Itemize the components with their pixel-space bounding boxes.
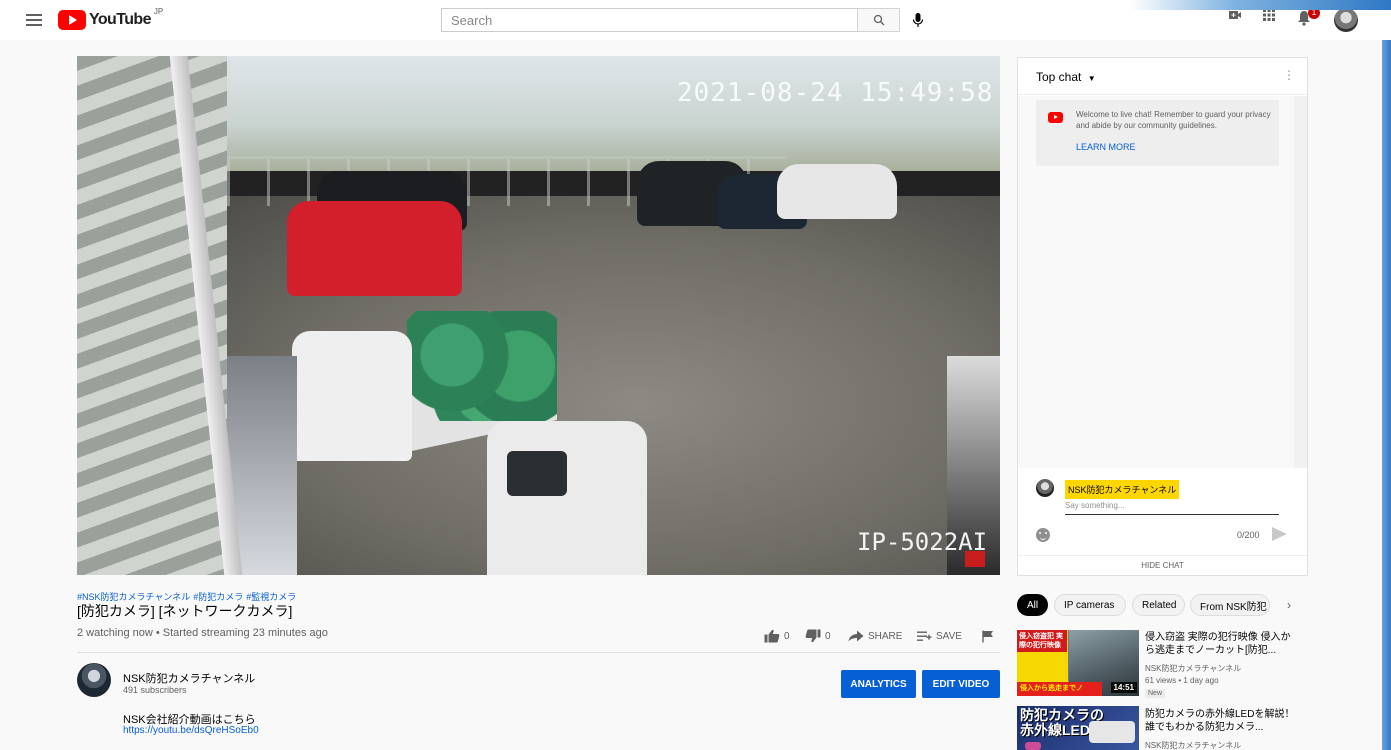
- save-button[interactable]: SAVE: [917, 627, 962, 645]
- like-count: 0: [784, 630, 790, 642]
- account-avatar[interactable]: [1334, 8, 1358, 32]
- video-scene-red-car: [287, 201, 462, 296]
- thumbs-down-icon: [805, 629, 821, 643]
- hamburger-menu-icon[interactable]: [26, 11, 42, 29]
- caret-down-icon: ▼: [1087, 74, 1096, 83]
- welcome-text: Welcome to live chat! Remember to guard …: [1076, 110, 1271, 130]
- live-chat-panel: Top chat ▼ ⋮ Welcome to live chat! Remem…: [1017, 57, 1308, 576]
- composer-author-name: NSK防犯カメラチャンネル: [1065, 480, 1180, 499]
- video-duration: 14:51: [1110, 682, 1137, 693]
- video-scene-truck-window: [507, 451, 567, 496]
- search-button[interactable]: [857, 8, 900, 32]
- youtube-logo[interactable]: YouTube JP: [58, 6, 164, 31]
- desktop-background-edge-top: [1130, 0, 1391, 10]
- recommendation-thumbnail[interactable]: 侵入窃盗犯 実際の犯行映像 侵入から逃走までノ 14:51: [1017, 630, 1139, 696]
- chevron-right-icon[interactable]: ›: [1287, 598, 1291, 612]
- chat-messages: Welcome to live chat! Remember to guard …: [1018, 96, 1294, 468]
- divider: [77, 652, 1000, 653]
- chat-header: Top chat ▼ ⋮: [1018, 58, 1307, 95]
- recommendation-channel[interactable]: NSK防犯カメラチャンネル: [1145, 663, 1241, 674]
- add-to-playlist-icon: [917, 631, 932, 641]
- recommendation-title[interactable]: 侵入窃盗 実際の犯行映像 侵入から逃走までノーカット[防犯...: [1145, 631, 1295, 657]
- recommendation-thumbnail[interactable]: 防犯カメラの 赤外線LED: [1017, 706, 1139, 750]
- video-timestamp-overlay: 2021-08-24 15:49:58: [677, 78, 994, 108]
- chat-input[interactable]: Say something...: [1065, 501, 1279, 515]
- logo-text: YouTube: [89, 11, 151, 28]
- chip-all[interactable]: All: [1017, 594, 1048, 616]
- emoji-icon[interactable]: [1036, 528, 1050, 542]
- apps-grid-icon[interactable]: [1262, 8, 1276, 27]
- learn-more-link[interactable]: LEARN MORE: [1076, 142, 1136, 152]
- thumbnail-camera-image: [1089, 721, 1135, 743]
- save-label: SAVE: [936, 630, 962, 642]
- microphone-icon[interactable]: [910, 9, 926, 31]
- analytics-button[interactable]: ANALYTICS: [841, 670, 916, 698]
- video-scene-truck: [487, 421, 647, 575]
- edit-video-button[interactable]: EDIT VIDEO: [922, 670, 1000, 698]
- chat-scrollbar[interactable]: [1294, 96, 1307, 468]
- recommendation-title[interactable]: 防犯カメラの赤外線LEDを解説！誰でもわかる防犯カメラ...: [1145, 708, 1295, 734]
- recommendation-channel[interactable]: NSK防犯カメラチャンネル: [1145, 740, 1241, 750]
- share-arrow-icon: [848, 630, 864, 642]
- desktop-background-edge: [1382, 40, 1391, 750]
- youtube-play-icon: [1048, 112, 1063, 123]
- subscriber-count: 491 subscribers: [123, 685, 187, 695]
- video-watermark-logo: [965, 551, 985, 567]
- character-counter: 0/200: [1237, 530, 1260, 540]
- channel-avatar[interactable]: [77, 663, 111, 697]
- chat-mode-label: Top chat: [1036, 70, 1082, 84]
- hide-chat-button[interactable]: HIDE CHAT: [1018, 555, 1307, 576]
- like-button[interactable]: 0: [764, 627, 790, 645]
- search-input[interactable]: Search: [441, 8, 857, 32]
- video-meta: 2 watching now • Started streaming 23 mi…: [77, 627, 328, 639]
- thumbs-up-icon: [764, 629, 780, 643]
- thumbnail-caption: 侵入窃盗犯 実際の犯行映像: [1017, 630, 1067, 652]
- video-title: [防犯カメラ] [ネットワークカメラ]: [77, 603, 293, 619]
- search-icon: [873, 14, 884, 26]
- logo-region: JP: [153, 6, 164, 16]
- more-options-icon[interactable]: ⋮: [1283, 68, 1295, 82]
- welcome-message: Welcome to live chat! Remember to guard …: [1036, 100, 1279, 166]
- share-button[interactable]: SHARE: [848, 627, 902, 645]
- chip-from-channel[interactable]: From NSK防犯: [1190, 594, 1270, 616]
- thumbnail-caption: 侵入から逃走までノ: [1017, 682, 1102, 696]
- description-link[interactable]: https://youtu.be/dsQreHSoEb0: [123, 725, 259, 736]
- top-chat-dropdown[interactable]: Top chat ▼: [1036, 70, 1096, 84]
- new-badge: New: [1145, 689, 1166, 698]
- channel-name[interactable]: NSK防犯カメラチャンネル: [123, 670, 255, 686]
- dislike-count: 0: [825, 630, 831, 642]
- dislike-button[interactable]: 0: [805, 627, 831, 645]
- share-label: SHARE: [868, 630, 903, 642]
- report-flag-icon[interactable]: [982, 627, 994, 645]
- video-scene-car: [777, 164, 897, 219]
- video-player[interactable]: 2021-08-24 15:49:58 IP-5022AI: [77, 56, 1000, 575]
- video-scene-green-bags: [407, 311, 557, 421]
- youtube-play-icon: [58, 10, 86, 30]
- recommendation-meta: 61 views • 1 day ago: [1145, 676, 1219, 685]
- create-video-icon[interactable]: [1228, 8, 1242, 27]
- thumbnail-face-image: [1025, 742, 1041, 750]
- send-icon[interactable]: [1272, 527, 1287, 541]
- composer-avatar: [1036, 479, 1054, 497]
- chip-ip-cameras[interactable]: IP cameras: [1054, 594, 1126, 616]
- chip-related[interactable]: Related: [1132, 594, 1185, 616]
- video-scene-truck: [292, 331, 412, 461]
